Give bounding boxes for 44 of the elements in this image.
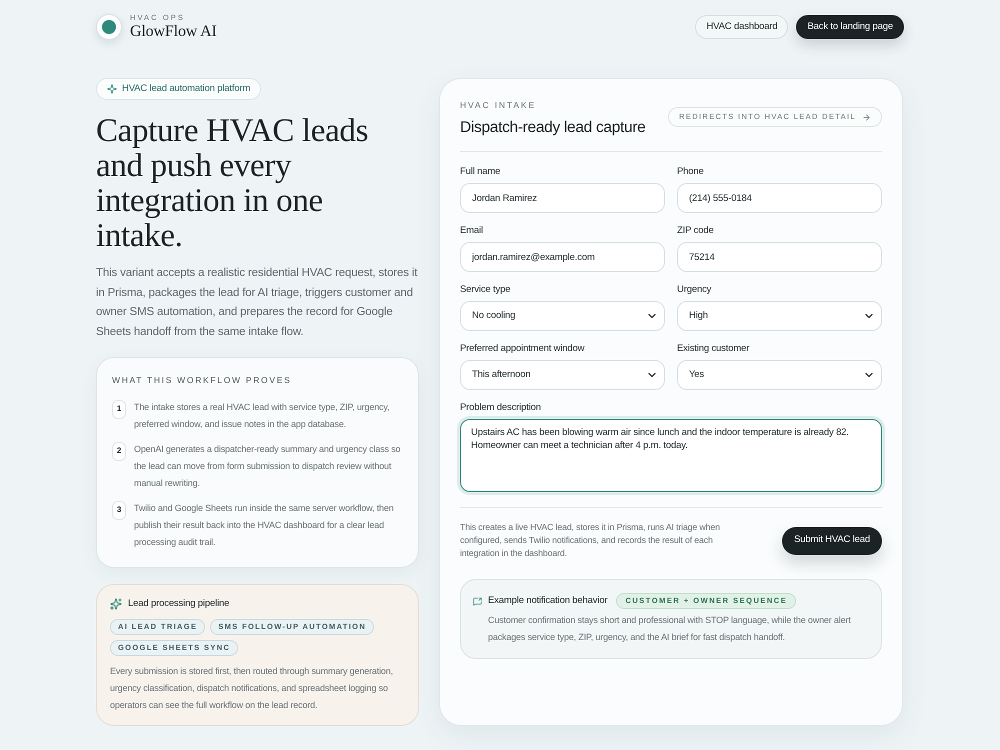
description-textarea[interactable]: Upstairs AC has been blowing warm air since lunch and the indoor temperature is already 82. Homeowner can meet a technician after 4 p.m. today. (460, 419, 882, 492)
badge-label: HVAC lead automation platform (122, 82, 250, 96)
dashboard-link-button[interactable]: HVAC dashboard (695, 15, 788, 39)
text-input[interactable]: Jordan Ramirez (460, 183, 665, 213)
card-title: Lead processing pipeline (128, 596, 230, 611)
hero-heading: Capture HVAC leads and push every integration in one intake. (96, 114, 370, 254)
message-icon (473, 596, 482, 606)
hero-description: This variant accepts a realistic residential HVAC request, stores it in Prisma, packages the lead for AI triage, triggers customer and owner SMS automation, and prepares the record for Google Sheets handoff from the same intake flow. (96, 266, 418, 340)
select-dropdown[interactable]: This afternoon (460, 360, 665, 390)
select-dropdown[interactable]: High (677, 301, 882, 331)
arrow-right-icon (862, 112, 871, 122)
text-input[interactable]: (214) 555-0184 (677, 183, 882, 213)
submit-button[interactable]: Submit HVAC lead (782, 526, 882, 554)
field-label: Phone (677, 166, 705, 178)
text-input[interactable]: 75214 (677, 242, 882, 272)
field-label: Service type (460, 284, 512, 296)
step-text: OpenAI generates a dispatcher-ready summary and urgency class so the lead can move from form submission to dispatch review without manual rewriting. (134, 442, 402, 490)
field-label: Preferred appointment window (460, 343, 586, 355)
submit-note: This creates a live HVAC lead, stores it in Prisma, runs AI triage when configured, sends Twilio notifications, and records the result of each integration in the dashboard. (460, 521, 721, 560)
back-to-landing-button[interactable]: Back to landing page (796, 15, 904, 39)
select-dropdown[interactable]: Yes (677, 360, 882, 390)
card-title: WHAT THIS WORKFLOW PROVES (112, 374, 292, 387)
select-dropdown[interactable]: No cooling (460, 301, 665, 331)
logo-icon (96, 14, 122, 40)
notification-title: Example notification behavior (488, 594, 608, 608)
step-text: The intake stores a real HVAC lead with service type, ZIP, urgency, preferred window, and issue notes in the app database. (134, 400, 390, 431)
text-input[interactable]: jordan.ramirez@example.com (460, 242, 665, 272)
field-label: Email (460, 225, 484, 237)
sparkles-icon (110, 598, 122, 610)
step-number: 3 (112, 500, 126, 520)
brand-name: GlowFlow AI (130, 23, 217, 41)
form-eyebrow: HVAC INTAKE (460, 99, 537, 112)
form-title: Dispatch-ready lead capture (460, 118, 646, 138)
field-label: Existing customer (677, 343, 750, 355)
field-label: Problem description (460, 402, 542, 414)
notification-text: Customer confirmation stays short and professional with STOP language, while the owner alert packages service type, ZIP, urgency, and the AI brief for fast dispatch handoff. (487, 614, 852, 644)
step-number: 1 (112, 400, 126, 419)
pipeline-description: Every submission is stored first, then routed through summary generation, urgency classification, dispatch notifications, and spreadsheet logging so operators can see the full workflow on the lead record. (110, 665, 394, 712)
field-label: Full name (460, 166, 502, 178)
step-text: Twilio and Google Sheets run inside the same server workflow, then publish their result back into the HVAC dashboard for a clear lead processing audit trail. (134, 502, 395, 549)
field-label: Urgency (677, 284, 712, 296)
sparkle-icon (107, 84, 117, 94)
field-label: ZIP code (677, 225, 715, 237)
step-number: 2 (112, 442, 126, 461)
